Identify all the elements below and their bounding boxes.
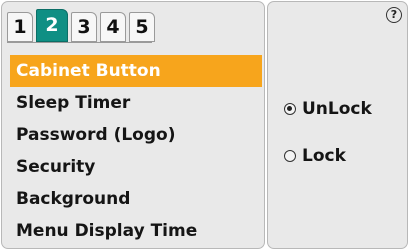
menu-item-password-logo[interactable]: Password (Logo) [10, 119, 262, 151]
options-panel: ? UnLock Lock [267, 1, 408, 249]
menu-panel: 1 2 3 4 5 Cabinet Button Sleep Timer Pas… [1, 1, 265, 249]
menu-item-cabinet-button[interactable]: Cabinet Button [10, 55, 262, 87]
tab-1[interactable]: 1 [7, 12, 33, 42]
lock-label: Lock [302, 146, 346, 166]
tab-4[interactable]: 4 [100, 12, 126, 42]
radio-unchecked-icon[interactable] [284, 150, 296, 162]
unlock-label: UnLock [302, 99, 372, 119]
tab-2[interactable]: 2 [36, 9, 68, 42]
menu-item-sleep-timer[interactable]: Sleep Timer [10, 87, 262, 119]
menu-item-menu-display-time[interactable]: Menu Display Time [10, 215, 262, 247]
setup-menu-list: Cabinet Button Sleep Timer Password (Log… [10, 55, 262, 247]
tab-divider [7, 42, 152, 43]
question-circle-icon[interactable]: ? [386, 7, 402, 23]
menu-item-background[interactable]: Background [10, 183, 262, 215]
lock-option[interactable]: Lock [284, 143, 346, 169]
tab-5[interactable]: 5 [129, 12, 155, 42]
page-tabs: 1 2 3 4 5 [7, 8, 158, 42]
tab-3[interactable]: 3 [71, 12, 97, 42]
menu-item-security[interactable]: Security [10, 151, 262, 183]
unlock-option[interactable]: UnLock [284, 96, 372, 122]
projector-setup-menu: 1 2 3 4 5 Cabinet Button Sleep Timer Pas… [0, 0, 410, 252]
radio-checked-icon[interactable] [284, 103, 296, 115]
